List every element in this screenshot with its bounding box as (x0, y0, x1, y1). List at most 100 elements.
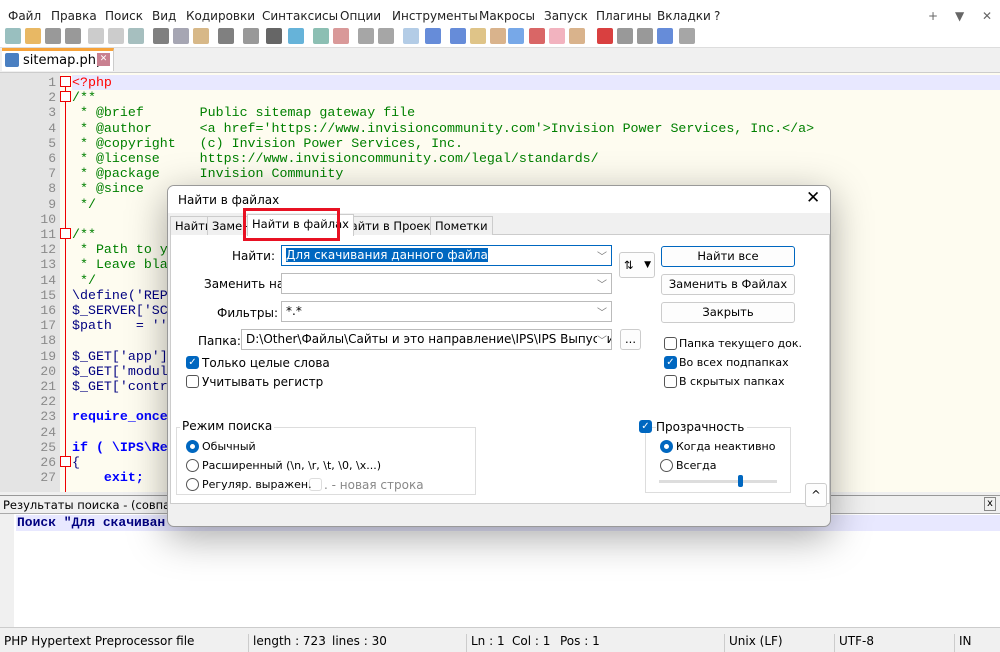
transparency-label: Прозрачность (656, 420, 748, 434)
tab-marks[interactable]: Пометки (430, 216, 493, 235)
toolbar (0, 26, 1000, 48)
toolbar-icon-25[interactable] (549, 28, 565, 44)
toolbar-icon-15[interactable] (333, 28, 349, 44)
code-line: $_GET['modul (72, 363, 168, 379)
toolbar-icon-31[interactable] (679, 28, 695, 44)
chevron-down-icon: ﹀ (597, 280, 607, 291)
toolbar-icon-26[interactable] (569, 28, 585, 44)
toolbar-icon-10[interactable] (218, 28, 234, 44)
menu-4[interactable]: Кодировки (186, 9, 255, 23)
menu-11[interactable]: Вкладки (657, 9, 711, 23)
toolbar-icon-17[interactable] (378, 28, 394, 44)
toolbar-icon-27[interactable] (597, 28, 613, 44)
status-file-type: PHP Hypertext Preprocessor file (4, 634, 195, 648)
slider-thumb[interactable] (738, 475, 744, 487)
code-line: exit; (72, 470, 144, 486)
toolbar-icon-3[interactable] (65, 28, 81, 44)
close-results-button[interactable]: x (984, 497, 996, 511)
code-line: * Leave bla (72, 257, 168, 273)
line-number: 14 (40, 272, 56, 288)
toolbar-icon-21[interactable] (470, 28, 486, 44)
toolbar-icon-6[interactable] (128, 28, 144, 44)
file-tab[interactable]: sitemap.php ✕ (2, 48, 114, 71)
toolbar-icon-13[interactable] (288, 28, 304, 44)
search-mode-radio[interactable] (186, 440, 199, 453)
fold-toggle-icon[interactable] (60, 91, 71, 103)
search-mode-radio[interactable] (186, 478, 199, 491)
menu-0[interactable]: Файл (8, 9, 41, 23)
toolbar-icon-0[interactable] (5, 28, 21, 44)
option-checkbox[interactable] (186, 375, 199, 388)
toolbar-icon-14[interactable] (313, 28, 329, 44)
search-mode-radio[interactable] (186, 459, 199, 472)
status-encoding: UTF-8 (834, 634, 874, 652)
close-window-icon[interactable]: ✕ (982, 9, 992, 23)
browse-button[interactable]: ... (620, 329, 641, 350)
toolbar-icon-9[interactable] (193, 28, 209, 44)
menu-12[interactable]: ? (714, 9, 720, 23)
replace-input[interactable]: ﹀ (281, 273, 612, 294)
toolbar-icon-18[interactable] (403, 28, 419, 44)
toolbar-icon-1[interactable] (25, 28, 41, 44)
replace-in-files-button[interactable]: Заменить в Файлах (661, 274, 795, 295)
transparency-checkbox[interactable]: ✓ (639, 420, 652, 433)
toolbar-icon-2[interactable] (45, 28, 61, 44)
menu-1[interactable]: Правка (51, 9, 97, 23)
toolbar-icon-28[interactable] (617, 28, 633, 44)
toolbar-icon-16[interactable] (358, 28, 374, 44)
toolbar-icon-20[interactable] (450, 28, 466, 44)
option-checkbox[interactable]: ✓ (186, 356, 199, 369)
fold-toggle-icon[interactable] (60, 76, 71, 87)
toolbar-icon-4[interactable] (88, 28, 104, 44)
find-all-button[interactable]: Найти все (661, 246, 795, 267)
close-icon[interactable]: ✕ (806, 188, 820, 208)
transparency-radio[interactable] (660, 440, 673, 453)
menu-10[interactable]: Плагины (596, 9, 651, 23)
folder-option-checkbox[interactable] (664, 337, 677, 350)
folder-option-checkbox[interactable]: ✓ (664, 356, 677, 369)
toolbar-icon-22[interactable] (490, 28, 506, 44)
code-line: * @author <a href='https://www.invisionc… (72, 120, 815, 136)
menu-3[interactable]: Вид (152, 9, 176, 23)
toolbar-icon-19[interactable] (425, 28, 441, 44)
menu-2[interactable]: Поиск (105, 9, 143, 23)
transparency-mode-label: Когда неактивно (676, 440, 776, 453)
line-number: 27 (40, 470, 56, 486)
filters-input[interactable]: *.* ﹀ (281, 301, 612, 322)
close-button[interactable]: Закрыть (661, 302, 795, 323)
code-line: { (72, 455, 80, 470)
menu-6[interactable]: Опции (340, 9, 381, 23)
line-number: 21 (40, 379, 56, 394)
status-pos: Pos : 1 (560, 634, 600, 648)
folder-input[interactable]: D:\Other\Файлы\Сайты и это направление\I… (241, 329, 612, 350)
toolbar-icon-12[interactable] (266, 28, 282, 44)
add-tab-icon[interactable]: + (928, 9, 938, 23)
toolbar-icon-8[interactable] (173, 28, 189, 44)
close-tab-icon[interactable]: ✕ (97, 53, 110, 66)
menu-5[interactable]: Синтаксисы (262, 9, 338, 23)
fold-toggle-icon[interactable] (60, 228, 71, 239)
menu-7[interactable]: Инструменты (392, 9, 478, 23)
collapse-button[interactable]: ^ (805, 483, 827, 507)
folder-option-checkbox[interactable] (664, 375, 677, 388)
toolbar-icon-7[interactable] (153, 28, 169, 44)
toolbar-icon-5[interactable] (108, 28, 124, 44)
transparency-slider[interactable] (659, 475, 777, 487)
toolbar-icon-29[interactable] (637, 28, 653, 44)
line-number: 3 (48, 105, 56, 121)
toolbar-icon-30[interactable] (657, 28, 673, 44)
menu-9[interactable]: Запуск (544, 9, 588, 23)
newline-label: . - новая строка (324, 478, 424, 492)
menu-8[interactable]: Макросы (479, 9, 535, 23)
code-line: /** (72, 227, 96, 242)
find-input[interactable]: Для скачивания данного файла ﹀ (281, 245, 612, 266)
code-line: * Path to y (72, 242, 168, 258)
toolbar-icon-23[interactable] (508, 28, 524, 44)
toolbar-icon-11[interactable] (243, 28, 259, 44)
swap-direction-button[interactable]: ⇅ ▼ (619, 252, 655, 278)
search-results-panel[interactable]: Поиск "Для скачиван (0, 513, 1000, 628)
transparency-radio[interactable] (660, 459, 673, 472)
toolbar-icon-24[interactable] (529, 28, 545, 44)
fold-toggle-icon[interactable] (60, 456, 71, 467)
tab-list-icon[interactable]: ▼ (955, 9, 964, 23)
